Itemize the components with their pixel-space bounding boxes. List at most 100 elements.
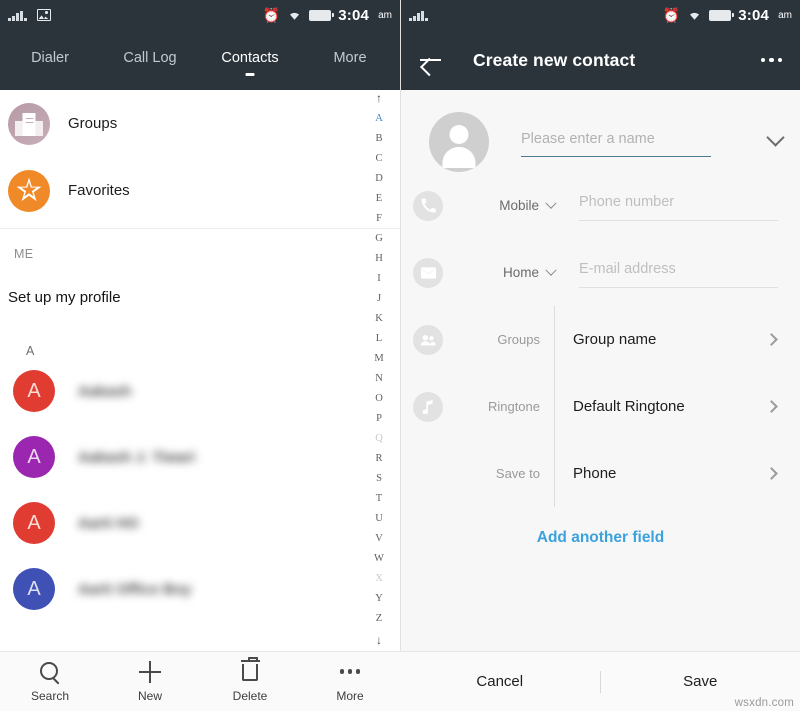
- alpha-index-q[interactable]: Q: [375, 433, 383, 445]
- phone-input[interactable]: [579, 190, 778, 220]
- delete-button[interactable]: Delete: [200, 656, 300, 703]
- email-type-label: Home: [502, 265, 539, 280]
- name-row: [401, 90, 800, 172]
- alpha-index-g[interactable]: G: [375, 233, 383, 245]
- overflow-menu-icon[interactable]: [760, 57, 782, 63]
- avatar: A: [13, 370, 55, 412]
- alpha-index-n[interactable]: N: [375, 373, 383, 385]
- alpha-index-p[interactable]: P: [376, 413, 382, 425]
- cancel-button[interactable]: Cancel: [400, 673, 600, 690]
- person-placeholder-icon[interactable]: [429, 112, 489, 172]
- name-input[interactable]: [521, 126, 751, 156]
- tab-contacts[interactable]: Contacts: [200, 40, 300, 80]
- phone-type-selector[interactable]: Mobile: [443, 197, 557, 213]
- chevron-down-icon[interactable]: [766, 127, 785, 147]
- alpha-index-h[interactable]: H: [375, 253, 383, 265]
- tab-more-label: More: [333, 50, 367, 66]
- alpha-index-y[interactable]: Y: [375, 593, 383, 605]
- alpha-index-s[interactable]: S: [376, 473, 382, 485]
- new-contact-button[interactable]: New: [100, 660, 200, 703]
- trash-icon: [239, 656, 261, 683]
- alpha-index-r[interactable]: R: [375, 453, 382, 465]
- phone-input-wrap: [579, 190, 778, 221]
- back-arrow-icon[interactable]: [419, 48, 443, 72]
- avatar: A: [13, 502, 55, 544]
- tab-more[interactable]: More: [300, 40, 400, 80]
- more-button[interactable]: More: [300, 661, 400, 703]
- email-type-selector[interactable]: Home: [443, 264, 557, 280]
- ringtone-value: Default Ringtone: [573, 398, 685, 415]
- tab-call-log-label: Call Log: [123, 50, 177, 66]
- quick-row-favorites[interactable]: Favorites: [0, 157, 400, 224]
- alpha-index-a[interactable]: A: [375, 113, 383, 125]
- ringtone-select-row[interactable]: Ringtone Default Ringtone: [401, 373, 800, 440]
- alpha-index-t[interactable]: T: [376, 493, 382, 505]
- alpha-index-b[interactable]: B: [375, 133, 382, 145]
- alpha-index-scroll-top[interactable]: ↑: [376, 92, 382, 104]
- setup-my-profile-row[interactable]: Set up my profile: [0, 261, 400, 306]
- save-to-select-row[interactable]: Save to Phone: [401, 440, 800, 507]
- add-another-field-link[interactable]: Add another field: [401, 507, 800, 547]
- tab-dialer-label: Dialer: [31, 50, 69, 66]
- tab-call-log[interactable]: Call Log: [100, 40, 200, 80]
- email-input[interactable]: [579, 257, 778, 287]
- alpha-index-l[interactable]: L: [376, 333, 382, 345]
- alpha-index-d[interactable]: D: [375, 173, 383, 185]
- status-bar-left: ⏰ 3:04 am: [0, 0, 400, 30]
- me-section-header: ME: [14, 247, 34, 261]
- groups-select-row[interactable]: Groups Group name: [401, 306, 800, 373]
- new-contact-button-label: New: [137, 688, 162, 703]
- chevron-right-icon: [765, 467, 778, 480]
- groups-label: Groups: [443, 306, 555, 373]
- alpha-index-scroll-bottom[interactable]: ↓: [376, 634, 382, 646]
- save-button[interactable]: Save: [601, 673, 800, 690]
- status-time: 3:04: [338, 6, 370, 24]
- music-note-icon: [413, 391, 443, 422]
- tab-dialer[interactable]: Dialer: [0, 40, 100, 80]
- delete-button-label: Delete: [232, 688, 268, 703]
- status-left-icons-right: [409, 10, 428, 21]
- alpha-index-i[interactable]: I: [377, 273, 381, 285]
- email-icon: [413, 257, 443, 288]
- phone-type-label: Mobile: [499, 198, 539, 213]
- contact-form: Mobile Home: [401, 90, 800, 651]
- groups-value: Group name: [573, 331, 657, 348]
- contact-list-item[interactable]: A Aakash J. Tiwari: [0, 424, 400, 490]
- alphabet-index-scrollbar[interactable]: ↑ A B C D E F G H I J K L M N O P Q R S T U V W X Y Z ↓: [366, 90, 392, 648]
- alpha-index-j[interactable]: J: [377, 293, 381, 305]
- contact-list-item[interactable]: A Aarti Office Boy: [0, 556, 400, 622]
- battery-full-icon: [709, 9, 735, 21]
- alpha-index-u[interactable]: U: [375, 513, 383, 525]
- alpha-index-e[interactable]: E: [376, 193, 382, 205]
- contact-list-item[interactable]: A Aakash: [0, 358, 400, 424]
- search-button[interactable]: Search: [0, 661, 100, 703]
- chevron-right-icon: [765, 333, 778, 346]
- plus-icon: [139, 660, 161, 683]
- alpha-index-m[interactable]: M: [374, 353, 383, 365]
- alpha-index-w[interactable]: W: [374, 553, 384, 565]
- star-icon: [8, 169, 50, 212]
- app-bar: Create new contact: [401, 30, 800, 90]
- quick-row-groups[interactable]: Groups: [0, 90, 400, 157]
- alpha-index-x[interactable]: X: [375, 573, 383, 585]
- quick-row-favorites-label: Favorites: [68, 182, 130, 199]
- alpha-index-c[interactable]: C: [375, 153, 382, 165]
- alpha-index-f[interactable]: F: [376, 213, 382, 225]
- create-contact-panel: ⏰ 3:04 am Create new contact Please ente…: [400, 0, 800, 711]
- avatar: A: [13, 568, 55, 610]
- quick-row-groups-label: Groups: [68, 115, 118, 132]
- watermark: wsxdn.com: [734, 697, 794, 709]
- bottom-toolbar: Search New Delete More: [0, 651, 400, 711]
- avatar-initial: A: [27, 511, 41, 534]
- alpha-index-v[interactable]: V: [375, 533, 383, 545]
- phone-field-row: Mobile: [401, 172, 800, 239]
- status-right-icons-right: ⏰ 3:04 am: [663, 7, 792, 24]
- signal-bars-icon: [8, 10, 27, 21]
- alpha-index-k[interactable]: K: [375, 313, 383, 325]
- signal-bars-icon: [409, 10, 428, 21]
- people-icon: [413, 324, 443, 355]
- alpha-index-o[interactable]: O: [375, 393, 383, 405]
- contact-list-item[interactable]: A Aarti HO: [0, 490, 400, 556]
- alpha-index-z[interactable]: Z: [376, 613, 382, 625]
- phone-underline: [579, 219, 778, 221]
